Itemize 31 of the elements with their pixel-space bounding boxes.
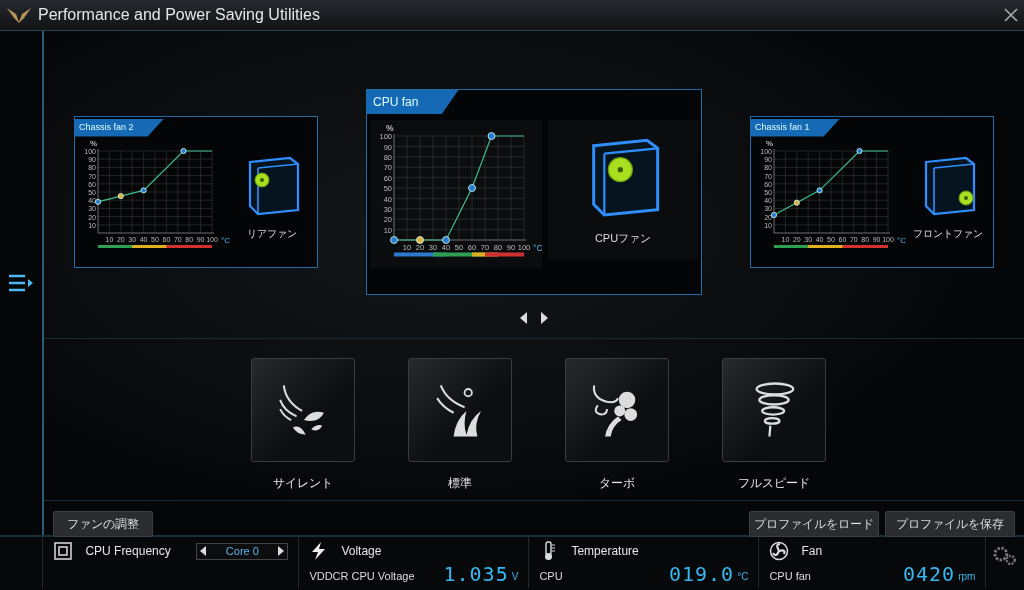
reading-label: CPU fan	[769, 568, 811, 584]
fan-caption: リアファン	[247, 227, 297, 241]
reading-unit: V	[511, 570, 519, 584]
x-axis-label: °C	[221, 235, 230, 245]
panel-title: Temperature	[571, 543, 639, 560]
x-axis-label: °C	[897, 235, 906, 245]
reading-label: CPU	[539, 568, 563, 584]
y-axis-label: %	[90, 138, 98, 148]
panel-title: CPU Frequency	[85, 543, 171, 560]
reading-label: VDDCR CPU Voltage	[309, 568, 415, 584]
fan-card-title: Chassis fan 2	[75, 119, 164, 137]
window-title: Performance and Power Saving Utilities	[38, 5, 320, 25]
reading-value: 1.035	[443, 564, 509, 584]
reading-unit: °C	[737, 570, 749, 584]
fan-mode-label: フルスピード	[737, 475, 810, 492]
panel-title: Voltage	[341, 543, 382, 560]
panel-title: Fan	[801, 543, 823, 560]
fan-mode-label: ターボ	[598, 475, 635, 492]
y-axis-label: %	[766, 138, 774, 148]
y-axis-label: %	[386, 123, 394, 133]
fan-mode-label: サイレント	[272, 475, 333, 492]
fan-card-title: Chassis fan 1	[751, 119, 840, 137]
reading-value: 0420	[902, 564, 956, 584]
fan-card-title: CPU fan	[367, 90, 459, 114]
fan-mode-label: 標準	[447, 475, 472, 492]
reading-value: 019.0	[668, 564, 735, 584]
reading-unit: rpm	[958, 570, 976, 584]
fan-caption: CPUファン	[594, 230, 652, 246]
x-axis-label: °C	[533, 242, 542, 253]
fan-caption: フロントファン	[913, 227, 983, 241]
core-value: Core 0	[225, 543, 259, 559]
